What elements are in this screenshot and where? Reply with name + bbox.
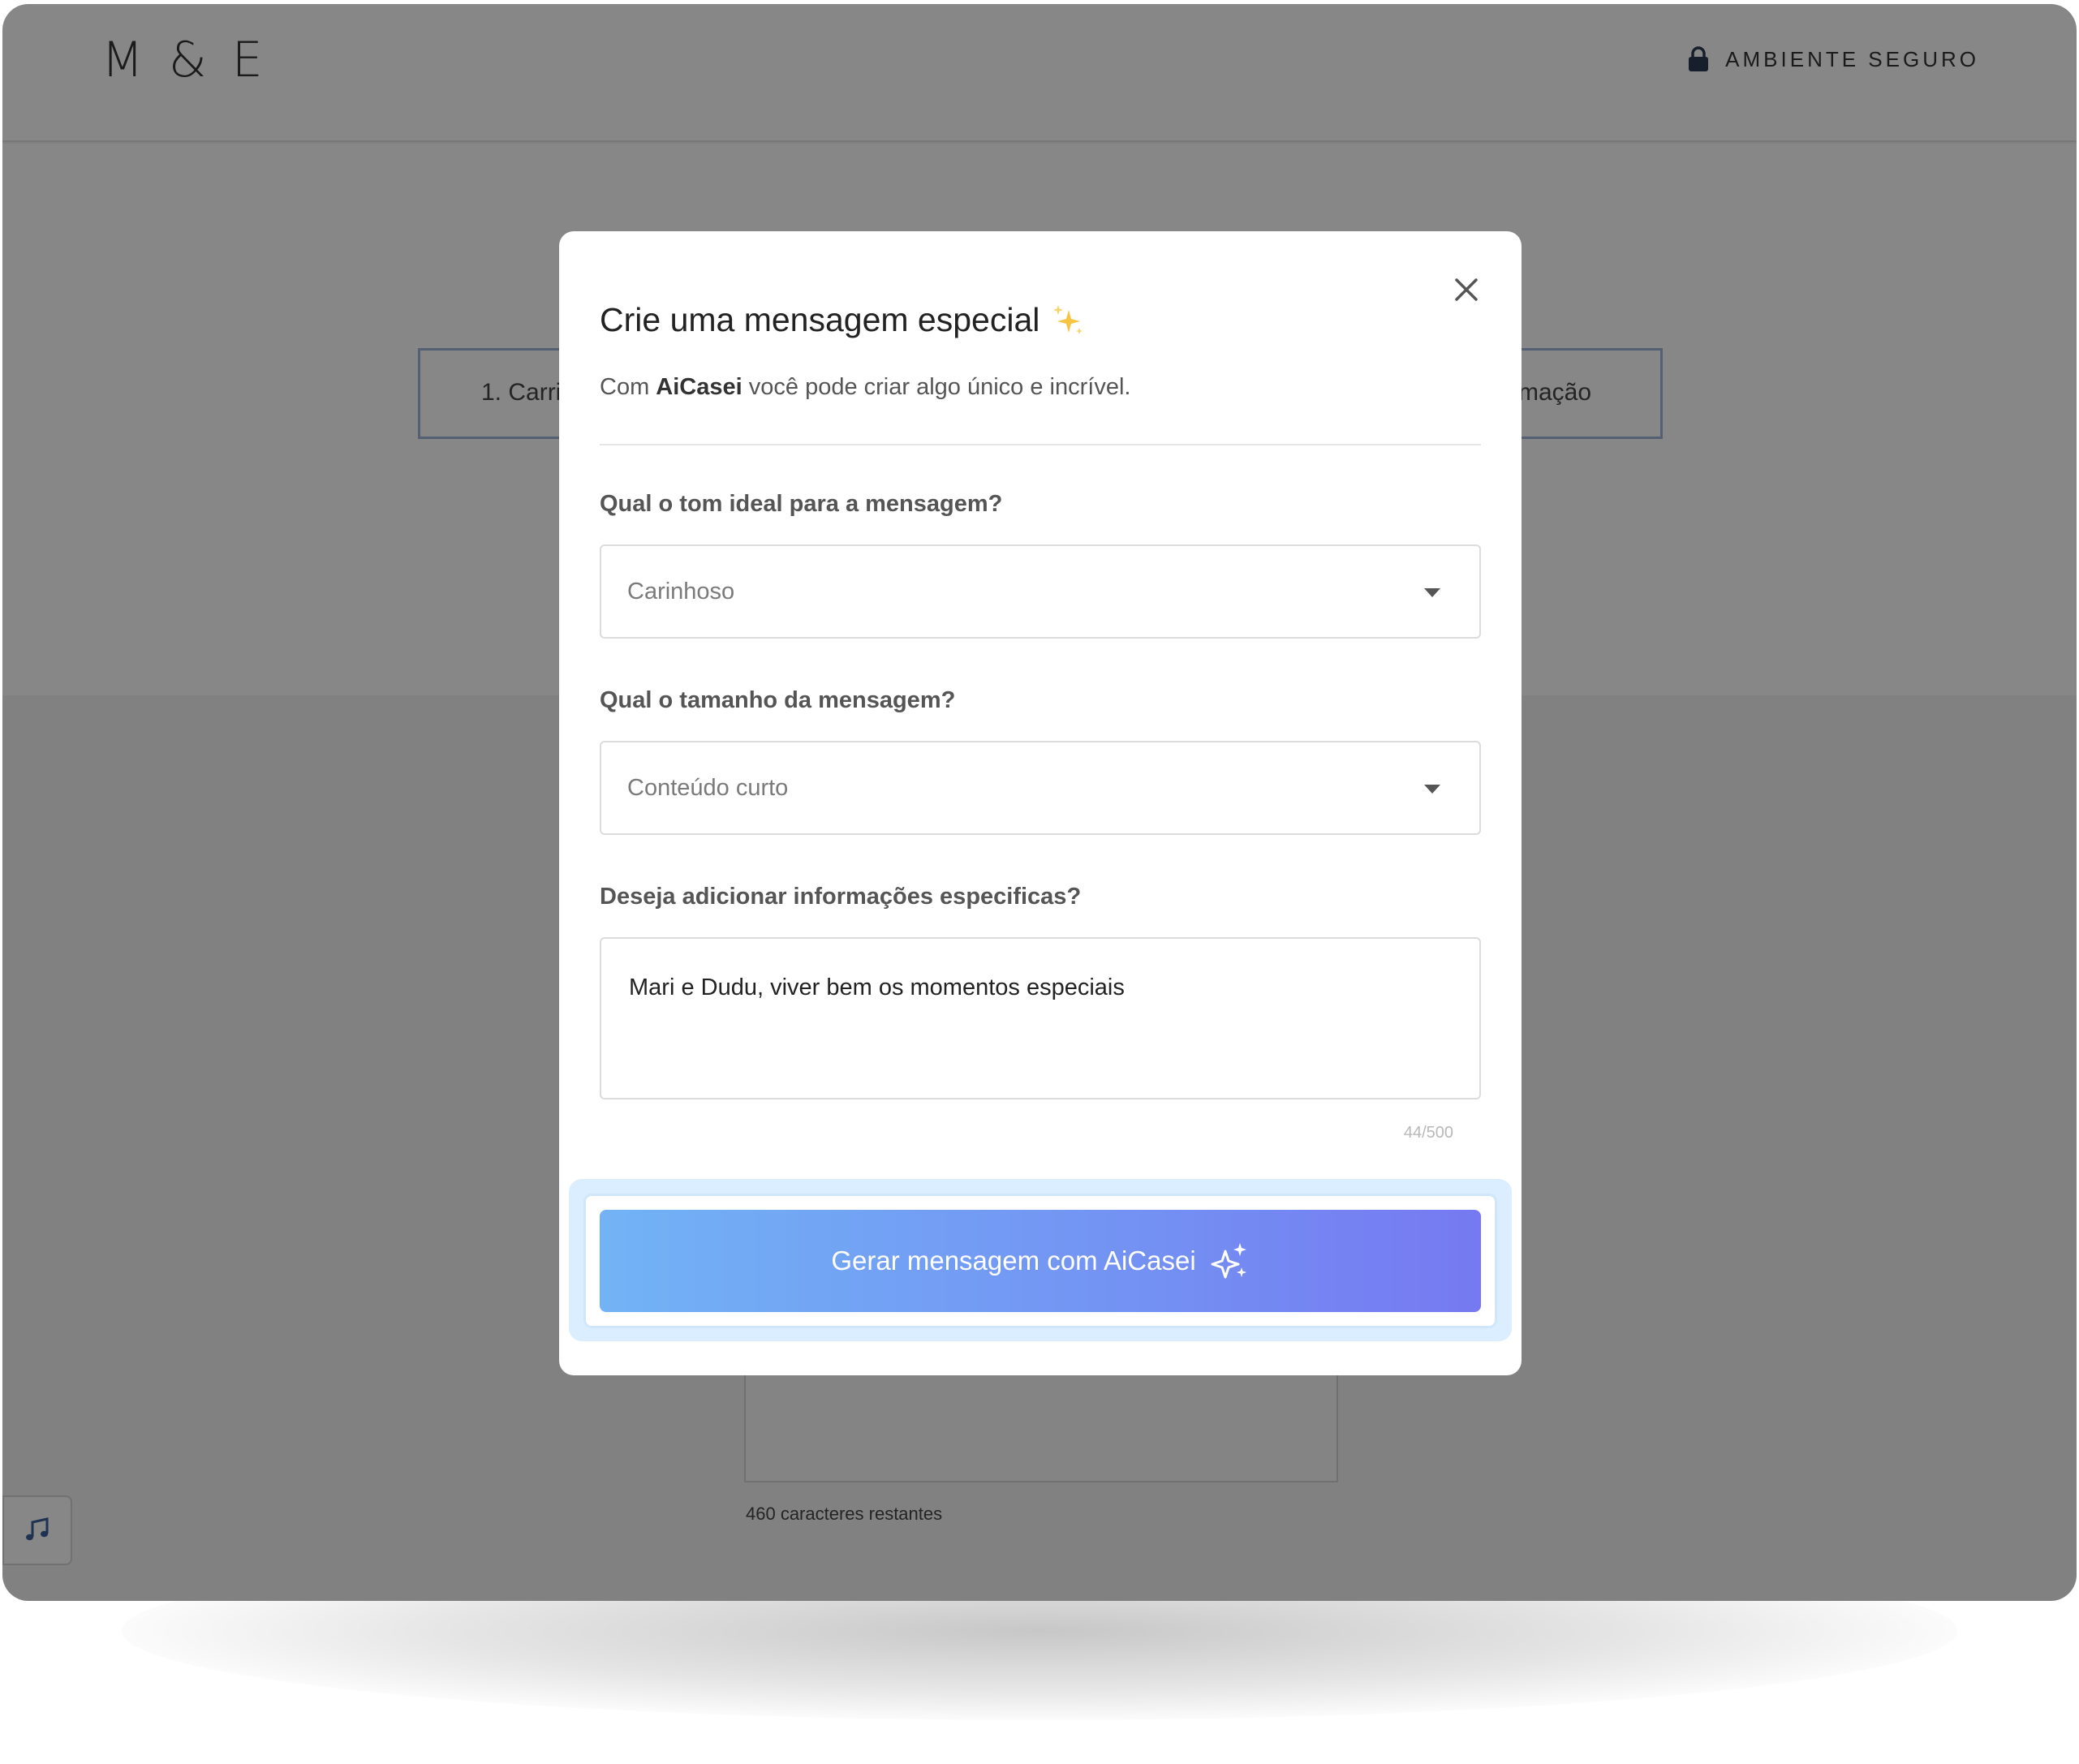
close-icon[interactable] [1450,273,1483,306]
size-select[interactable]: Conteúdo curto [600,741,1481,835]
subtitle-prefix: Com [600,374,650,400]
subtitle-suffix: você pode criar algo único e incrível. [748,374,1131,400]
modal-divider [600,444,1481,445]
generate-button-label: Gerar mensagem com AiCasei [831,1246,1196,1276]
info-textarea-value: Mari e Dudu, viver bem os momentos espec… [629,975,1125,1000]
tone-select[interactable]: Carinhoso [600,544,1481,639]
ai-sparkle-icon [1211,1243,1246,1279]
tone-label: Qual o tom ideal para a mensagem? [600,491,1003,517]
generate-message-button[interactable]: Gerar mensagem com AiCasei [600,1210,1481,1312]
info-textarea[interactable]: Mari e Dudu, viver bem os momentos espec… [600,937,1481,1099]
ai-message-modal: Crie uma mensagem especial Com AiCasei v… [559,231,1522,1375]
chevron-down-icon [1424,588,1440,597]
chevron-down-icon [1424,785,1440,794]
screenshot-stage: M & E AMBIENTE SEGURO 1. Carri mação 460… [0,0,2079,1764]
sparkles-icon [1053,304,1083,334]
subtitle-brand: AiCasei [656,374,742,400]
modal-title: Crie uma mensagem especial [600,301,1085,339]
character-counter: 44/500 [1403,1124,1453,1142]
modal-subtitle: Com AiCasei você pode criar algo único e… [600,374,1130,401]
info-label: Deseja adicionar informações especificas… [600,884,1082,910]
modal-title-text: Crie uma mensagem especial [600,301,1040,338]
tone-select-value: Carinhoso [627,579,735,604]
size-select-value: Conteúdo curto [627,775,789,801]
browser-window: M & E AMBIENTE SEGURO 1. Carri mação 460… [2,4,2077,1601]
size-label: Qual o tamanho da mensagem? [600,687,956,713]
